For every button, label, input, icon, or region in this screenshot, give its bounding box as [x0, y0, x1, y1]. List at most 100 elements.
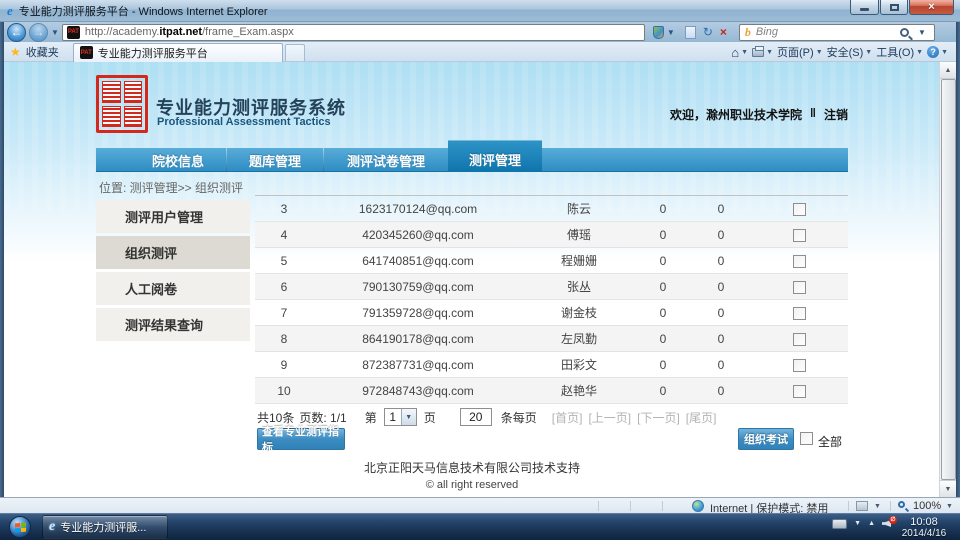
tray-dropdown-icon[interactable]: ▼ [854, 520, 861, 527]
search-input[interactable]: b Bing ▼ [738, 23, 935, 41]
url-text: http://academy.itpat.net/frame_Exam.aspx [84, 26, 294, 38]
page-select[interactable]: 1 ▼ [383, 408, 417, 426]
cell-no: 7 [255, 299, 313, 326]
status-dropdown-icon[interactable]: ▼ [874, 503, 881, 510]
status-bar: Internet | 保护模式: 禁用 ▼ 100% ▼ [0, 497, 960, 515]
row-checkbox[interactable] [793, 332, 806, 346]
row-checkbox[interactable] [793, 306, 806, 320]
cell-email: 864190178@qq.com [313, 325, 523, 352]
scrollbar-thumb[interactable] [941, 79, 956, 480]
tools-menu[interactable]: 工具(O) ▼ [876, 44, 923, 60]
stop-icon[interactable]: × [720, 26, 727, 38]
row-checkbox[interactable] [793, 384, 806, 398]
nav-item-school-info[interactable]: 院校信息 [130, 148, 226, 172]
last-page-link[interactable]: [尾页] [686, 409, 717, 426]
sidebar-item-organize-assessment[interactable]: 组织测评 [96, 236, 250, 269]
welcome-bar: 欢迎，滁州职业技术学院 ‖ 注销 [670, 106, 848, 123]
input-method-icon[interactable] [832, 518, 848, 529]
history-dropdown-icon[interactable]: ▼ [51, 28, 59, 37]
window-title: 专业能力测评服务平台 - Windows Internet Explorer [18, 5, 268, 18]
search-icon[interactable] [900, 27, 909, 37]
windows-taskbar: e 专业能力测评服... ▼ ▲ ∅ 10:08 2014/4/16 [0, 513, 960, 540]
sidebar-item-result-query[interactable]: 测评结果查询 [96, 308, 250, 341]
zoom-dropdown-icon[interactable]: ▼ [946, 503, 953, 510]
view-indicators-button[interactable]: 查看专业测评指标 [257, 426, 345, 454]
taskbar-ie-button[interactable]: e 专业能力测评服... [42, 515, 168, 539]
select-all-checkbox[interactable] [800, 432, 813, 445]
window-border-right [956, 0, 960, 513]
printer-icon [752, 45, 765, 57]
window-border-left [0, 0, 4, 513]
organize-exam-button[interactable]: 组织考试 [738, 428, 794, 450]
table-row: 3 1623170124@qq.com 陈云 0 0 [255, 195, 848, 222]
address-bar-row: ← → ▼ PAT http://academy.itpat.net/frame… [4, 22, 956, 42]
scroll-up-icon[interactable]: ▲ [940, 62, 956, 79]
favorites-button[interactable]: 收藏夹 [26, 44, 59, 60]
sidebar-item-user-management[interactable]: 测评用户管理 [96, 200, 250, 233]
row-checkbox[interactable] [793, 358, 806, 372]
row-checkbox[interactable] [793, 254, 806, 268]
first-page-link[interactable]: [首页] [552, 409, 583, 426]
forward-button[interactable]: → [29, 22, 48, 42]
search-dropdown-icon[interactable]: ▼ [918, 28, 926, 37]
select-all-label: 全部 [818, 435, 843, 449]
security-shield-button[interactable]: ▼ [652, 25, 678, 39]
cell-email: 420345260@qq.com [313, 221, 523, 248]
taskbar-clock[interactable]: 10:08 2014/4/16 [896, 516, 952, 539]
compatibility-view-icon[interactable] [684, 25, 696, 39]
welcome-separator: ‖ [810, 106, 816, 120]
home-button[interactable]: ⌂ ▼ [731, 46, 748, 59]
help-icon: ? [927, 46, 940, 58]
start-button[interactable] [9, 516, 31, 538]
search-placeholder: Bing [755, 26, 778, 38]
vertical-scrollbar[interactable]: ▲ ▼ [939, 62, 956, 497]
cell-name: 田彩文 [523, 351, 635, 378]
security-menu[interactable]: 安全(S) ▼ [827, 44, 873, 60]
cell-email: 972848743@qq.com [313, 377, 523, 404]
nav-item-paper-management[interactable]: 测评试卷管理 [324, 148, 448, 172]
row-checkbox[interactable] [793, 280, 806, 294]
help-menu[interactable]: ? ▼ [927, 46, 948, 58]
close-button[interactable]: × [909, 0, 954, 15]
site-favicon: PAT [66, 25, 80, 39]
new-tab-button[interactable] [284, 44, 305, 61]
back-button[interactable]: ← [7, 22, 26, 42]
prev-page-link[interactable]: [上一页] [588, 409, 631, 426]
table-row: 9 872387731@qq.com 田彩文 0 0 [255, 351, 848, 378]
refresh-icon[interactable]: ↻ [703, 26, 713, 38]
sidebar-item-manual-grading[interactable]: 人工阅卷 [96, 272, 250, 305]
per-page-input[interactable]: 20 [459, 408, 492, 426]
logout-link[interactable]: 注销 [824, 106, 848, 123]
zoom-level[interactable]: 100% [913, 500, 941, 512]
browser-tab[interactable]: PAT 专业能力测评服务平台 [72, 42, 283, 62]
next-page-link[interactable]: [下一页] [637, 409, 680, 426]
cell-name: 左凤勤 [523, 325, 635, 352]
cell-email: 1623170124@qq.com [313, 195, 523, 222]
tab-favicon: PAT [79, 46, 93, 59]
table-row: 4 420345260@qq.com 傅瑶 0 0 [255, 221, 848, 248]
row-checkbox[interactable] [793, 202, 806, 216]
home-icon: ⌂ [731, 44, 740, 60]
zoom-icon[interactable] [898, 501, 905, 508]
tab-bar: ★ 收藏夹 PAT 专业能力测评服务平台 ⌂ ▼ ▼ 页面(P) ▼ 安全(S) ▼ … [4, 42, 956, 62]
title-bar[interactable]: e 专业能力测评服务平台 - Windows Internet Explorer… [0, 0, 960, 22]
maximize-button[interactable] [880, 0, 908, 15]
compat-status-icon[interactable] [856, 501, 868, 511]
cell-no: 8 [255, 325, 313, 352]
tray-expand-icon[interactable]: ▲ [868, 520, 875, 527]
command-bar: ⌂ ▼ ▼ 页面(P) ▼ 安全(S) ▼ 工具(O) ▼ ? ▼ [731, 42, 948, 62]
minimize-button[interactable] [850, 0, 879, 15]
nav-item-question-bank[interactable]: 题库管理 [227, 148, 323, 172]
row-checkbox[interactable] [793, 228, 806, 242]
address-input[interactable]: PAT http://academy.itpat.net/frame_Exam.… [61, 23, 645, 41]
shield-dropdown-icon: ▼ [666, 27, 675, 37]
volume-muted-icon[interactable]: ∅ [882, 516, 897, 529]
scroll-down-icon[interactable]: ▼ [940, 480, 956, 497]
cell-no: 6 [255, 273, 313, 300]
page-menu[interactable]: 页面(P) ▼ [777, 44, 823, 60]
nav-item-assessment-management[interactable]: 测评管理 [448, 140, 542, 172]
seal-logo [96, 75, 148, 133]
cell-name: 程姗姗 [523, 247, 635, 274]
print-button[interactable]: ▼ [752, 45, 773, 57]
favorites-star-icon[interactable]: ★ [10, 45, 21, 59]
